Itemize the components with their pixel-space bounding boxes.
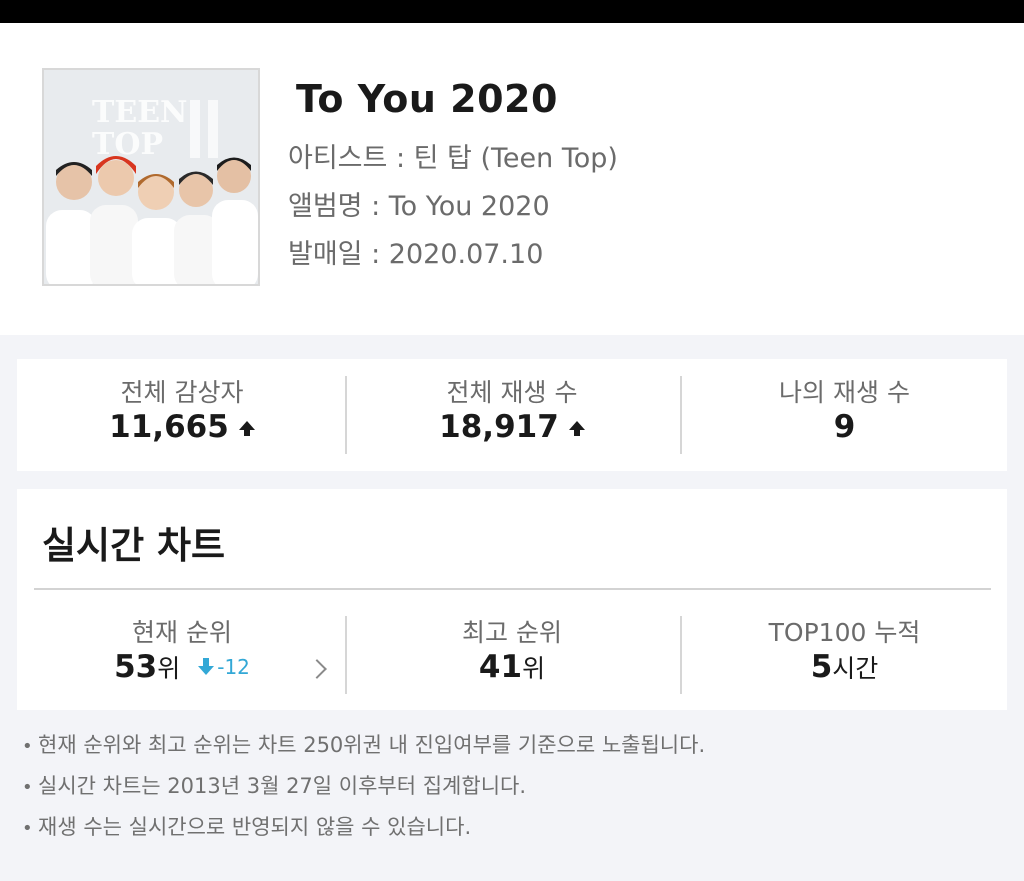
stat-value-wrap: 11,665: [17, 409, 347, 445]
total-listeners-stat: 전체 감상자 11,665: [17, 359, 347, 471]
current-rank-label: 현재 순위: [132, 618, 232, 647]
top100-label: TOP100 누적: [768, 618, 921, 647]
bullet-icon: •: [22, 777, 33, 798]
rank-change-value: -12: [217, 655, 250, 679]
divider: [34, 588, 991, 590]
stat-label: 전체 감상자: [120, 378, 244, 407]
release-date-line: 발매일 : 2020.07.10: [288, 239, 544, 270]
listening-stats-card: 전체 감상자 11,665 전체 재생 수 18,917 나의 재생 수 9: [17, 359, 1007, 471]
bullet-icon: •: [22, 818, 33, 839]
members-illustration: [46, 156, 258, 284]
cover-text-line2: TOP: [92, 127, 163, 162]
my-plays-stat: 나의 재생 수 9: [682, 359, 1007, 471]
arrow-up-icon: [568, 421, 585, 436]
best-rank-value-wrap: 41위: [347, 649, 677, 685]
best-rank-label: 최고 순위: [462, 618, 562, 647]
artist-line[interactable]: 아티스트 : 틴 탑 (Teen Top): [288, 136, 618, 175]
best-rank: 최고 순위 41위: [347, 599, 677, 709]
status-bar: [0, 0, 1024, 23]
chart-notes: • 현재 순위와 최고 순위는 차트 250위권 내 진입여부를 기준으로 노출됩…: [22, 727, 1012, 850]
bullet-icon: •: [22, 736, 33, 757]
stat-value-wrap: 18,917: [347, 409, 677, 445]
realtime-chart-card: 실시간 차트 현재 순위 53위 -12 최고 순위 41위 TOP100 누적 …: [17, 489, 1007, 710]
note-item: • 실시간 차트는 2013년 3월 27일 이후부터 집계합니다.: [22, 768, 1012, 809]
realtime-chart-title: 실시간 차트: [42, 524, 226, 567]
current-rank[interactable]: 현재 순위 53위 -12: [17, 599, 347, 709]
total-plays-stat: 전체 재생 수 18,917: [347, 359, 677, 471]
stat-label: 나의 재생 수: [779, 378, 910, 407]
album-name-line: 앨범명 : To You 2020: [288, 191, 550, 222]
stat-value: 11,665: [109, 409, 229, 445]
rank-change: -12: [198, 655, 250, 679]
best-rank-value: 41: [478, 649, 523, 685]
cover-text-line1: TEEN: [92, 95, 187, 130]
top100-value: 5: [810, 649, 833, 685]
note-item: • 현재 순위와 최고 순위는 차트 250위권 내 진입여부를 기준으로 노출됩…: [22, 727, 1012, 768]
arrow-down-icon: [198, 658, 215, 675]
current-rank-value-wrap: 53위 -12: [17, 649, 347, 685]
top100-value-wrap: 5시간: [682, 649, 1007, 685]
stat-value: 18,917: [439, 409, 559, 445]
stat-value: 9: [833, 409, 856, 445]
rank-unit: 위: [157, 654, 181, 683]
stat-label: 전체 재생 수: [446, 378, 578, 407]
note-item: • 재생 수는 실시간으로 반영되지 않을 수 있습니다.: [22, 809, 1012, 850]
note-text: 현재 순위와 최고 순위는 차트 250위권 내 진입여부를 기준으로 노출됩니…: [38, 733, 706, 757]
rank-unit: 위: [522, 654, 546, 683]
arrow-up-icon: [238, 421, 255, 436]
album-cover[interactable]: TEEN TOP: [42, 68, 260, 286]
note-text: 재생 수는 실시간으로 반영되지 않을 수 있습니다.: [38, 815, 472, 839]
note-text: 실시간 차트는 2013년 3월 27일 이후부터 집계합니다.: [38, 774, 527, 798]
hours-unit: 시간: [832, 654, 879, 683]
album-info-section: TEEN TOP To You 2020 아티스트: 틴 탑 (Teen To…: [0, 23, 1024, 335]
album-cover-art: TEEN TOP: [44, 70, 258, 284]
album-title: To You 2020: [296, 77, 558, 121]
current-rank-value: 53: [114, 649, 158, 685]
top100-hours: TOP100 누적 5시간: [682, 599, 1007, 709]
